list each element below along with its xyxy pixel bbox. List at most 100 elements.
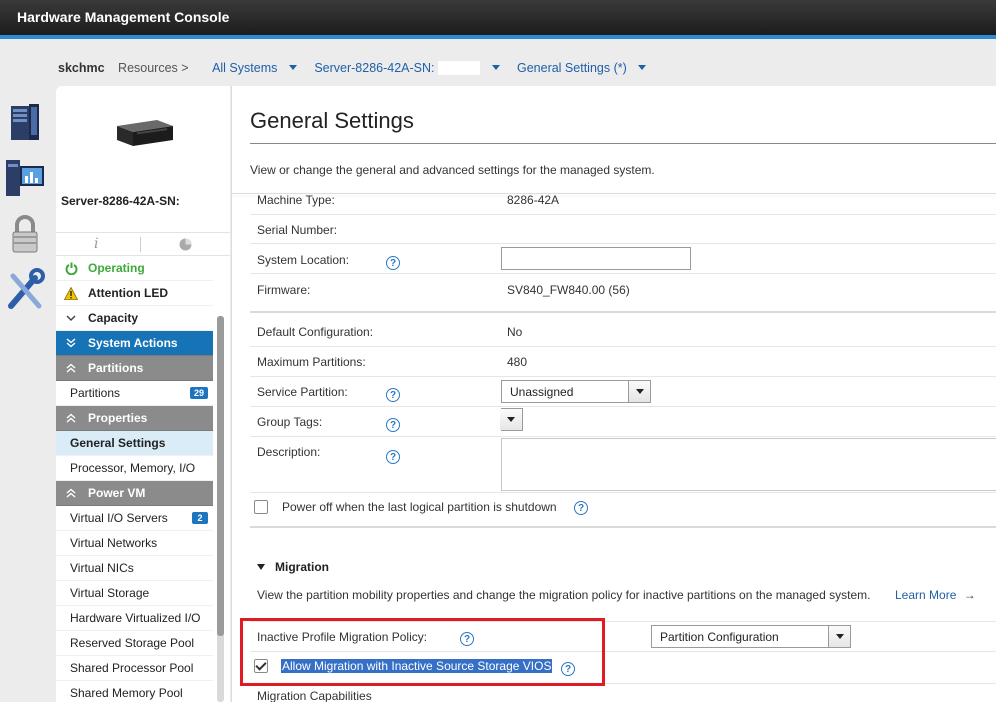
tab-divider xyxy=(140,237,141,252)
migration-heading: Migration xyxy=(275,560,329,574)
row-divider xyxy=(250,492,996,493)
sidebar-item-label: Virtual Storage xyxy=(70,586,150,600)
dropdown-button[interactable] xyxy=(628,381,650,402)
breadcrumb-all-systems[interactable]: All Systems xyxy=(212,61,277,75)
sidebar-item-virtual-networks[interactable]: Virtual Networks xyxy=(56,531,213,556)
info-tab[interactable]: i xyxy=(94,236,98,252)
status-attention-led[interactable]: Attention LED xyxy=(56,281,213,306)
row-divider xyxy=(250,214,996,215)
sidebar-item-label: Partitions xyxy=(70,386,121,400)
arrow-right-icon: → xyxy=(963,588,976,602)
dropdown-button[interactable] xyxy=(828,626,850,647)
header-divider xyxy=(232,193,996,194)
select-value: Unassigned xyxy=(510,384,574,399)
powervm-header[interactable]: Power VM xyxy=(56,481,213,506)
sidebar-item-label: Reserved Storage Pool xyxy=(70,636,195,650)
firmware-label: Firmware: xyxy=(257,283,311,297)
system-location-label: System Location: xyxy=(257,253,350,267)
app-title: Hardware Management Console xyxy=(17,9,230,25)
help-icon[interactable]: ? xyxy=(574,501,588,515)
status-operating[interactable]: Operating xyxy=(56,256,213,281)
sidebar-item-reserved-storage-pool[interactable]: Reserved Storage Pool xyxy=(56,631,213,656)
row-divider xyxy=(250,243,996,244)
help-icon[interactable]: ? xyxy=(386,450,400,464)
redaction-mask xyxy=(182,189,226,211)
main-content: General Settings View or change the gene… xyxy=(231,86,996,702)
chart-tab[interactable] xyxy=(178,237,193,255)
chevron-down-icon[interactable] xyxy=(288,65,297,71)
sidebar-item-processor-memory-io[interactable]: Processor, Memory, I/O xyxy=(56,456,213,481)
row-divider xyxy=(250,273,996,274)
power-icon xyxy=(64,262,78,275)
section-divider xyxy=(250,311,996,313)
help-icon[interactable]: ? xyxy=(386,418,400,432)
sidebar-item-partitions[interactable]: Partitions 29 xyxy=(56,381,213,406)
service-partition-label: Service Partition: xyxy=(257,385,348,399)
breadcrumb: skchmc Resources > All Systems Server-82… xyxy=(58,60,660,76)
group-tags-label: Group Tags: xyxy=(257,415,323,429)
page-description: View or change the general and advanced … xyxy=(250,163,655,177)
tools-icon[interactable] xyxy=(0,262,50,318)
power-off-checkbox[interactable] xyxy=(254,500,268,514)
select-value: Partition Configuration xyxy=(660,629,779,644)
row-divider xyxy=(250,376,996,377)
redaction-mask xyxy=(438,60,481,75)
sidebar-item-label: Hardware Virtualized I/O xyxy=(70,611,201,625)
breadcrumb-resources[interactable]: Resources > xyxy=(118,61,189,75)
sidebar-item-label: Virtual I/O Servers xyxy=(70,511,168,525)
sidebar-item-shared-memory-pool[interactable]: Shared Memory Pool xyxy=(56,681,213,702)
sidebar-item-label: Processor, Memory, I/O xyxy=(70,461,196,475)
server-name: Server-8286-42A-SN: xyxy=(61,194,180,208)
sidebar-item-general-settings[interactable]: General Settings xyxy=(56,431,213,456)
powervm-header-label: Power VM xyxy=(88,486,146,500)
sidebar-item-virtual-io-servers[interactable]: Virtual I/O Servers 2 xyxy=(56,506,213,531)
learn-more-link[interactable]: Learn More → xyxy=(895,588,976,602)
count-badge: 2 xyxy=(192,512,208,524)
row-divider xyxy=(250,346,996,347)
breadcrumb-page[interactable]: General Settings (*) xyxy=(517,61,627,75)
properties-header-label: Properties xyxy=(88,411,148,425)
sidebar-item-virtual-storage[interactable]: Virtual Storage xyxy=(56,581,213,606)
monitor-icon[interactable] xyxy=(0,150,50,206)
server-image xyxy=(117,120,173,146)
system-actions-label: System Actions xyxy=(88,336,178,350)
annotation-highlight-box xyxy=(240,618,605,686)
accent-stripe xyxy=(0,35,996,39)
chevron-down-icon[interactable] xyxy=(491,65,500,71)
page-title: General Settings xyxy=(250,108,414,133)
system-location-input[interactable] xyxy=(501,247,691,270)
sidebar-item-virtual-nics[interactable]: Virtual NICs xyxy=(56,556,213,581)
double-chevron-up-icon xyxy=(64,488,78,498)
sidebar-scrollbar[interactable] xyxy=(217,316,224,702)
double-chevron-up-icon xyxy=(64,363,78,373)
count-badge: 29 xyxy=(189,387,208,399)
sidebar-item-shared-processor-pool[interactable]: Shared Processor Pool xyxy=(56,656,213,681)
group-tags-select[interactable] xyxy=(500,408,523,431)
partitions-header[interactable]: Partitions xyxy=(56,356,213,381)
resources-icon[interactable] xyxy=(0,94,50,150)
properties-header[interactable]: Properties xyxy=(56,406,213,431)
chevron-down-icon[interactable] xyxy=(638,65,647,71)
double-chevron-down-icon xyxy=(64,338,78,348)
migration-policy-select[interactable]: Partition Configuration xyxy=(651,625,851,648)
dropdown-button[interactable] xyxy=(500,409,522,430)
system-actions-header[interactable]: System Actions xyxy=(56,331,213,356)
status-operating-label: Operating xyxy=(88,261,145,275)
description-textarea[interactable] xyxy=(501,438,996,491)
chevron-down-icon xyxy=(507,417,515,422)
status-attention-label: Attention LED xyxy=(88,286,168,300)
status-capacity[interactable]: Capacity xyxy=(56,306,213,331)
lock-icon[interactable] xyxy=(0,206,50,262)
max-partitions-value: 480 xyxy=(507,355,528,369)
sidebar-item-label: Shared Processor Pool xyxy=(70,661,194,675)
serial-number-label: Serial Number: xyxy=(257,223,338,237)
migration-section-toggle[interactable]: Migration xyxy=(257,560,329,574)
chevron-down-icon xyxy=(635,389,644,394)
service-partition-select[interactable]: Unassigned xyxy=(501,380,651,403)
sidebar-item-hardware-virtualized-io[interactable]: Hardware Virtualized I/O xyxy=(56,606,213,631)
help-icon[interactable]: ? xyxy=(386,256,400,270)
breadcrumb-server[interactable]: Server-8286-42A-SN: xyxy=(314,61,434,75)
help-icon[interactable]: ? xyxy=(386,388,400,402)
sidebar-item-label: Shared Memory Pool xyxy=(70,686,183,700)
scrollbar-thumb[interactable] xyxy=(217,316,224,636)
